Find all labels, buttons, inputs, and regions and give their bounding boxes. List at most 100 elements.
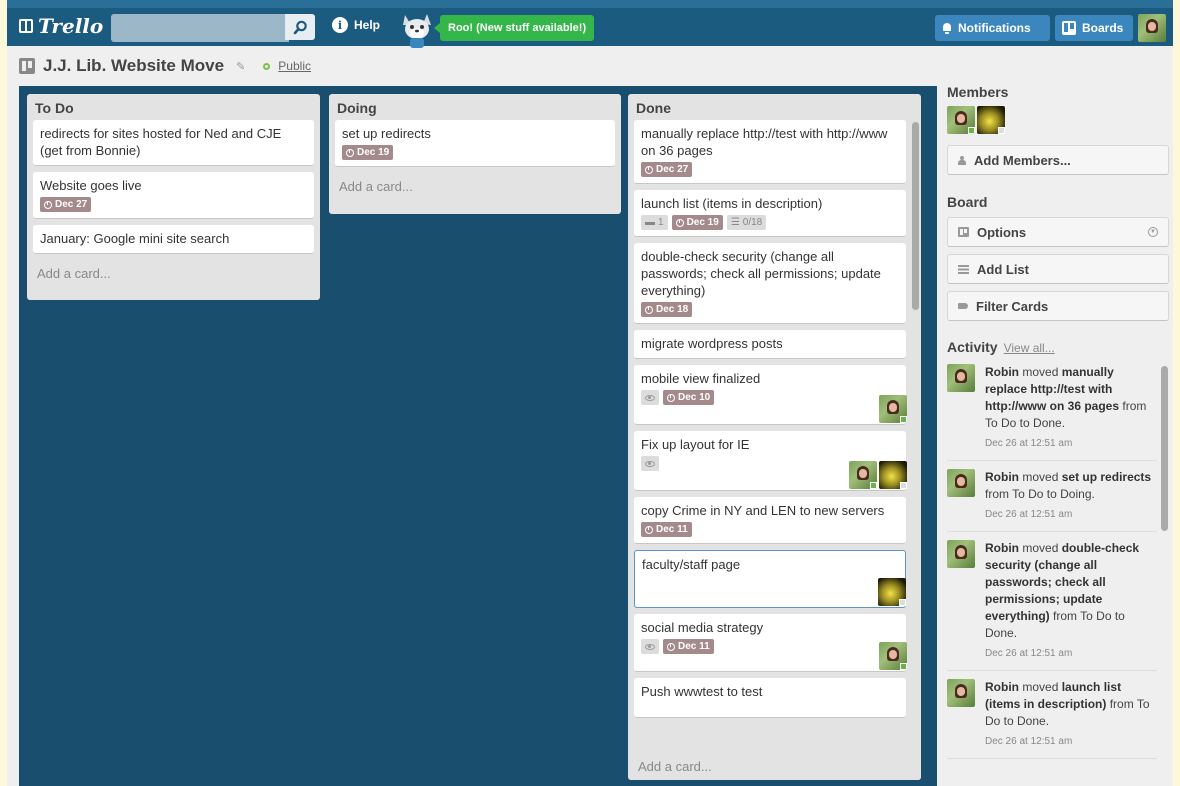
due-date-badge: Dec 27 bbox=[40, 197, 92, 212]
card-title: social media strategy bbox=[641, 620, 764, 635]
add-members-button[interactable]: Add Members... bbox=[947, 145, 1169, 175]
card-badges: Dec 11 bbox=[641, 639, 899, 654]
card[interactable]: redirects for sites hosted for Ned and C… bbox=[33, 120, 314, 166]
search-input[interactable] bbox=[111, 14, 289, 42]
clock-icon bbox=[675, 218, 684, 227]
card[interactable]: migrate wordpress posts bbox=[634, 330, 906, 359]
card[interactable]: Fix up layout for IE bbox=[634, 431, 907, 491]
due-date-badge: Dec 19 bbox=[342, 145, 394, 160]
bell-icon bbox=[942, 22, 952, 34]
notifications-button[interactable]: Notifications bbox=[935, 15, 1050, 41]
card-badges: Dec 27 bbox=[40, 197, 307, 212]
watch-badge bbox=[641, 390, 659, 405]
member-avatar[interactable] bbox=[947, 106, 975, 134]
card-badges: ▬ 1 Dec 19 ☰ 0/18 bbox=[641, 215, 899, 230]
activity-item-link[interactable]: set up redirects bbox=[1062, 470, 1151, 484]
activity-avatar[interactable] bbox=[947, 469, 975, 497]
activity-text: Robin moved manually replace http://test… bbox=[985, 364, 1157, 452]
visibility-link[interactable]: Public bbox=[278, 59, 311, 73]
add-card-link[interactable]: Add a card... bbox=[335, 173, 615, 200]
filter-cards-button[interactable]: Filter Cards bbox=[947, 291, 1169, 321]
card-title: mobile view finalized bbox=[641, 371, 761, 386]
due-date-badge: Dec 10 bbox=[663, 390, 715, 405]
user-avatar[interactable] bbox=[1138, 14, 1166, 42]
activity-avatar[interactable] bbox=[947, 364, 975, 392]
card-title: Push wwwtest to test bbox=[641, 684, 763, 699]
card-members bbox=[878, 578, 906, 606]
activity-item: Robin moved double-check security (chang… bbox=[947, 540, 1157, 671]
list-done: Done manually replace http://test with h… bbox=[628, 94, 921, 780]
add-members-label: Add Members... bbox=[974, 152, 1071, 168]
card[interactable]: set up redirects Dec 19 bbox=[335, 120, 615, 167]
edit-pencil-icon[interactable]: ✎ bbox=[236, 60, 245, 73]
activity-user[interactable]: Robin bbox=[985, 470, 1019, 484]
member-avatar[interactable] bbox=[878, 578, 906, 606]
member-avatar[interactable] bbox=[879, 461, 907, 489]
activity-user[interactable]: Robin bbox=[985, 541, 1019, 555]
card[interactable]: manually replace http://test with http:/… bbox=[634, 120, 906, 184]
card[interactable]: social media strategy Dec 11 bbox=[634, 614, 907, 672]
new-stuff-badge[interactable]: Roo! (New stuff available!) bbox=[433, 15, 595, 41]
checklist-count: 0/18 bbox=[742, 217, 763, 228]
member-avatar[interactable] bbox=[879, 395, 907, 423]
card[interactable]: faculty/staff page bbox=[634, 550, 906, 608]
activity-avatar[interactable] bbox=[947, 540, 975, 568]
due-date: Dec 11 bbox=[678, 641, 710, 652]
help-link[interactable]: i Help bbox=[332, 17, 380, 33]
board-title[interactable]: J.J. Lib. Website Move bbox=[43, 56, 224, 76]
activity-text: Robin moved set up redirects from To Do … bbox=[985, 469, 1157, 523]
card-title: double-check security (change all passwo… bbox=[641, 249, 881, 298]
card-badges: Dec 18 bbox=[641, 302, 899, 317]
due-date-badge: Dec 27 bbox=[641, 162, 693, 177]
activity-heading: Activity bbox=[947, 339, 998, 355]
eye-icon bbox=[645, 394, 655, 401]
list-scrollbar[interactable] bbox=[912, 122, 919, 310]
activity-header: Activity View all... bbox=[947, 339, 1055, 355]
activity-avatar[interactable] bbox=[947, 679, 975, 707]
card-badges: Dec 11 bbox=[641, 522, 899, 537]
card[interactable]: mobile view finalized Dec 10 bbox=[634, 365, 907, 425]
clock-icon bbox=[645, 305, 653, 314]
list-title[interactable]: Doing bbox=[335, 94, 615, 120]
card-title: faculty/staff page bbox=[642, 557, 741, 572]
activity-text: Robin moved double-check security (chang… bbox=[985, 540, 1157, 662]
options-button[interactable]: Options ▼ bbox=[947, 217, 1169, 247]
view-all-link[interactable]: View all... bbox=[1004, 341, 1055, 355]
eye-icon bbox=[645, 460, 655, 467]
add-card-link[interactable]: Add a card... bbox=[634, 753, 921, 780]
card[interactable]: copy Crime in NY and LEN to new servers … bbox=[634, 497, 906, 544]
card-title: set up redirects bbox=[342, 126, 431, 141]
search-button[interactable] bbox=[285, 14, 315, 40]
boards-button[interactable]: Boards bbox=[1055, 15, 1133, 41]
add-list-button[interactable]: Add List bbox=[947, 254, 1169, 284]
list-title[interactable]: To Do bbox=[33, 94, 314, 120]
board-heading: Board bbox=[947, 194, 988, 210]
info-icon: i bbox=[332, 17, 348, 33]
add-card-link[interactable]: Add a card... bbox=[33, 260, 314, 287]
card-title: Fix up layout for IE bbox=[641, 437, 750, 452]
checklist-icon: ☰ bbox=[730, 217, 740, 228]
member-avatar[interactable] bbox=[849, 461, 877, 489]
activity-user[interactable]: Robin bbox=[985, 365, 1019, 379]
online-status-icon bbox=[968, 127, 975, 134]
clock-icon bbox=[645, 525, 653, 534]
card-title: Website goes live bbox=[40, 178, 142, 193]
offline-status-icon bbox=[900, 482, 907, 489]
card[interactable]: Website goes live Dec 27 bbox=[33, 172, 314, 219]
boards-label: Boards bbox=[1082, 21, 1124, 35]
list-title[interactable]: Done bbox=[634, 94, 915, 120]
member-avatar[interactable] bbox=[879, 642, 907, 670]
card[interactable]: launch list (items in description) ▬ 1 De… bbox=[634, 190, 906, 237]
activity-date: Dec 26 at 12:51 am bbox=[985, 736, 1073, 747]
public-status-icon bbox=[263, 62, 271, 70]
taco-mascot-icon[interactable] bbox=[397, 11, 437, 49]
trello-logo[interactable]: Trello bbox=[19, 14, 103, 38]
activity-scrollbar[interactable] bbox=[1161, 366, 1168, 531]
card-title: migrate wordpress posts bbox=[641, 336, 783, 351]
card[interactable]: double-check security (change all passwo… bbox=[634, 243, 906, 324]
due-date: Dec 18 bbox=[656, 304, 689, 315]
activity-user[interactable]: Robin bbox=[985, 680, 1019, 694]
card[interactable]: Push wwwtest to test bbox=[634, 678, 906, 718]
member-avatar[interactable] bbox=[977, 106, 1005, 134]
card[interactable]: January: Google mini site search bbox=[33, 225, 314, 254]
